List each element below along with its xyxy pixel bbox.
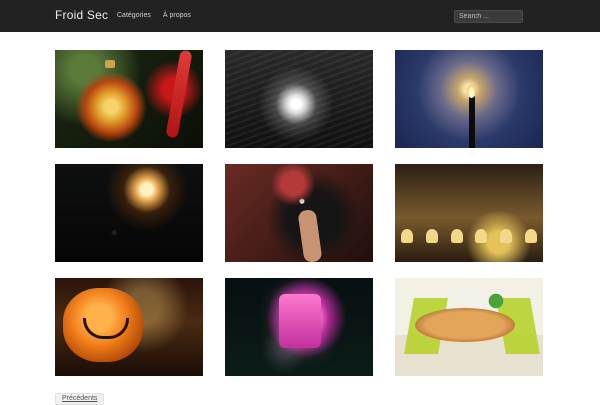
gallery-item-pink-lantern[interactable] <box>225 278 373 376</box>
ornament-cap-image <box>105 60 115 68</box>
gallery-item-face-paint[interactable] <box>225 164 373 262</box>
ghost-cutout <box>401 229 414 243</box>
gallery-item-pumpkin[interactable] <box>55 278 203 376</box>
red-ribbon-image <box>165 50 193 139</box>
gallery-item-table-chairs[interactable] <box>395 278 543 376</box>
table-image <box>415 308 515 342</box>
ghost-cutout <box>450 229 463 243</box>
lantern-image <box>279 294 321 348</box>
plant-image <box>487 292 505 310</box>
candle-flame-image <box>467 84 476 98</box>
arm-image <box>297 209 323 262</box>
candle-image <box>469 96 475 148</box>
ghost-cutout <box>475 229 488 243</box>
ghost-cutout <box>524 229 537 243</box>
gallery-item-snow-light[interactable] <box>225 50 373 148</box>
photo-grid <box>0 0 600 400</box>
ghost-cutout <box>499 229 512 243</box>
garland-image <box>395 226 543 246</box>
ghost-cutout <box>425 229 438 243</box>
older-posts-button[interactable]: Précédents <box>55 393 105 405</box>
gallery-item-candle[interactable] <box>395 50 543 148</box>
gallery-item-night-light[interactable] <box>55 164 203 262</box>
gallery-item-ghost-garland[interactable] <box>395 164 543 262</box>
gallery-item-ornament[interactable] <box>55 50 203 148</box>
